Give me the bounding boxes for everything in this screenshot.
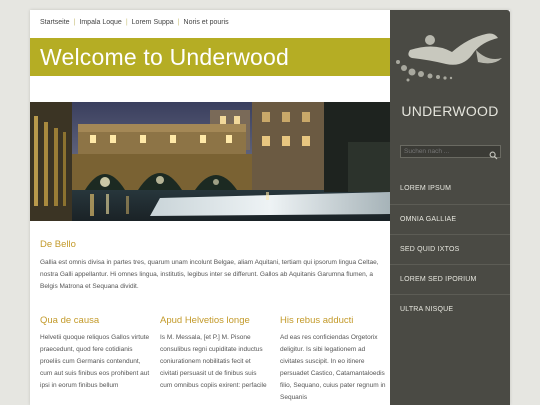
intro-paragraph: Gallia est omnis divisa in partes tres, …	[40, 259, 379, 290]
breadcrumb-separator: |	[73, 19, 76, 26]
search-input[interactable]	[401, 146, 487, 157]
breadcrumb-noris-et-pouris[interactable]: Noris et pouris	[184, 19, 229, 26]
breadcrumb-startseite[interactable]: Startseite	[40, 19, 70, 26]
menu-item-sed-quid-ixtos[interactable]: SED QUID IXTOS	[390, 234, 510, 264]
column-text: Is M. Messala, [et P.] M. Pisone consuli…	[160, 334, 267, 389]
breadcrumb: Startseite | Impala Loque | Lorem Suppa | Nori…	[40, 19, 229, 31]
column-heading: Qua de causa	[40, 315, 100, 326]
breadcrumb-separator: |	[177, 19, 180, 26]
menu-item-omnia-galliae[interactable]: OMNIA GALLIAE	[390, 204, 510, 234]
column-2: Apud Helvetios longe Is M. Messala, [et …	[160, 315, 270, 392]
title-banner: Welcome to Underwood	[30, 38, 390, 76]
logo-text: UNDERWOOD	[401, 103, 499, 119]
intro-heading: De Bello	[40, 239, 76, 250]
breadcrumb-impala-loque[interactable]: Impala Loque	[79, 19, 121, 26]
hero-image	[30, 102, 390, 221]
column-text: Ad eas res conficiendas Orgetorix deligi…	[280, 334, 386, 401]
search-box	[400, 145, 501, 160]
column-1: Qua de causa Helvetii quoque reliquos Ga…	[40, 315, 150, 392]
page-container: Startseite | Impala Loque | Lorem Suppa | Nori…	[30, 10, 510, 405]
menu-item-lorem-sed-iporium[interactable]: LOREM SED IPORIUM	[390, 264, 510, 294]
column-heading: Apud Helvetios longe	[160, 315, 250, 326]
menu-item-lorem-ipsum[interactable]: LOREM IPSUM	[390, 174, 510, 204]
page-title: Welcome to Underwood	[40, 44, 290, 70]
column-3: His rebus adducti Ad eas res conficienda…	[280, 315, 390, 404]
column-heading: His rebus adducti	[280, 315, 354, 326]
main-content: Startseite | Impala Loque | Lorem Suppa | Nori…	[30, 10, 390, 405]
bridge-photo	[30, 102, 390, 221]
column-text: Helvetii quoque reliquos Gallos virtute …	[40, 334, 150, 389]
breadcrumb-separator: |	[125, 19, 128, 26]
search-icon[interactable]	[489, 147, 498, 160]
sidebar-menu: LOREM IPSUM OMNIA GALLIAE SED QUID IXTOS…	[390, 174, 510, 324]
sidebar: UNDERWOOD LOREM IPSUM OMNIA GALLIAE SED …	[390, 10, 510, 405]
breadcrumb-lorem-suppa[interactable]: Lorem Suppa	[132, 19, 174, 26]
swimmer-logo-icon	[396, 33, 502, 82]
menu-item-ultra-nisque[interactable]: ULTRA NISQUE	[390, 294, 510, 324]
